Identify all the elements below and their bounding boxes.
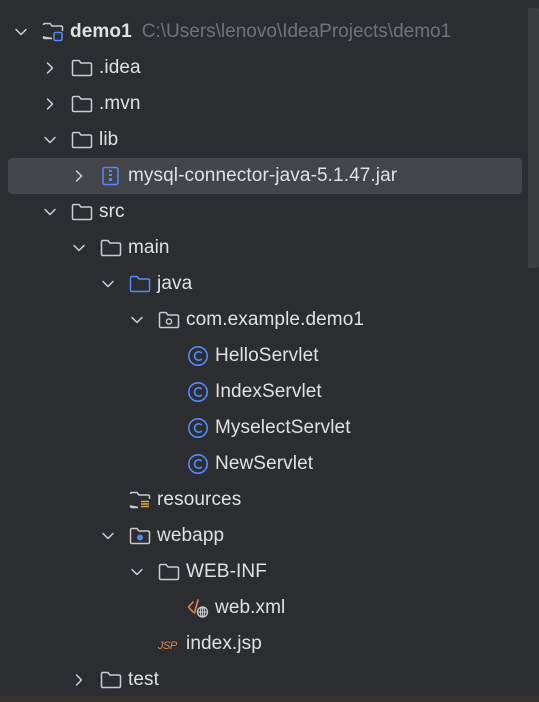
tree-node[interactable]: java: [0, 266, 528, 302]
module-folder-icon: [42, 22, 64, 42]
folder-icon: [71, 202, 93, 222]
folder-icon: [71, 130, 93, 150]
tree-node-label: demo1: [70, 21, 132, 42]
class-icon: [187, 418, 209, 438]
chevron-right-icon[interactable]: [72, 673, 86, 687]
tree-node-label: .idea: [99, 57, 141, 78]
tree-node-label: main: [128, 237, 170, 258]
tree-node[interactable]: web.xml: [0, 590, 528, 626]
jsp-icon: JSP: [158, 634, 180, 654]
chevron-down-icon[interactable]: [101, 277, 115, 291]
chevron-down-icon[interactable]: [101, 529, 115, 543]
tree-node[interactable]: lib: [0, 122, 528, 158]
chevron-right-icon[interactable]: [43, 61, 57, 75]
chevron-right-icon[interactable]: [72, 169, 86, 183]
tree-node[interactable]: WEB-INF: [0, 554, 528, 590]
tree-node-label: resources: [157, 489, 242, 510]
class-icon: [187, 346, 209, 366]
chevron-down-icon[interactable]: [14, 25, 28, 39]
tree-node[interactable]: .mvn: [0, 86, 528, 122]
xml-icon: [187, 598, 209, 618]
tree-node[interactable]: src: [0, 194, 528, 230]
web-folder-icon: [129, 526, 151, 546]
tree-node[interactable]: .idea: [0, 50, 528, 86]
project-path: C:\Users\lenovo\IdeaProjects\demo1: [141, 21, 452, 42]
tree-node[interactable]: mysql-connector-java-5.1.47.jar: [8, 158, 522, 194]
tree-node-label: WEB-INF: [186, 561, 267, 582]
tree-node-label: IndexServlet: [215, 381, 322, 402]
folder-icon: [71, 58, 93, 78]
tree-node-label: web.xml: [215, 597, 286, 618]
chevron-down-icon[interactable]: [130, 565, 144, 579]
tree-node[interactable]: webapp: [0, 518, 528, 554]
folder-icon: [71, 94, 93, 114]
package-icon: [158, 310, 180, 330]
tree-node[interactable]: MyselectServlet: [0, 410, 528, 446]
tree-node-label: webapp: [157, 525, 225, 546]
tree-node-label: MyselectServlet: [215, 417, 351, 438]
tree-node[interactable]: IndexServlet: [0, 374, 528, 410]
bottom-edge: [0, 696, 539, 702]
tree-node-label: .mvn: [99, 93, 141, 114]
svg-text:JSP: JSP: [158, 640, 178, 652]
class-icon: [187, 454, 209, 474]
tree-node-label: NewServlet: [215, 453, 314, 474]
class-icon: [187, 382, 209, 402]
vertical-scrollbar[interactable]: [528, 8, 539, 268]
tree-node[interactable]: demo1 C:\Users\lenovo\IdeaProjects\demo1: [0, 14, 528, 50]
folder-icon: [158, 562, 180, 582]
tree-node-label: HelloServlet: [215, 345, 319, 366]
chevron-down-icon[interactable]: [43, 133, 57, 147]
chevron-down-icon[interactable]: [72, 241, 86, 255]
tree-node[interactable]: main: [0, 230, 528, 266]
tree-node[interactable]: JSP index.jsp: [0, 626, 528, 662]
tree-node-label: mysql-connector-java-5.1.47.jar: [128, 165, 398, 186]
tree-node-label: test: [128, 669, 160, 690]
tree-node-label: index.jsp: [186, 633, 262, 654]
tree-node[interactable]: NewServlet: [0, 446, 528, 482]
tree-node[interactable]: HelloServlet: [0, 338, 528, 374]
resources-folder-icon: [129, 490, 151, 510]
tree-node-label: com.example.demo1: [186, 309, 365, 330]
project-tree[interactable]: demo1 C:\Users\lenovo\IdeaProjects\demo1.…: [0, 14, 528, 698]
folder-icon: [100, 238, 122, 258]
tree-node[interactable]: com.example.demo1: [0, 302, 528, 338]
chevron-down-icon[interactable]: [43, 205, 57, 219]
project-tool-window: demo1 C:\Users\lenovo\IdeaProjects\demo1.…: [0, 0, 539, 702]
tree-node-label: src: [99, 201, 125, 222]
folder-icon: [100, 670, 122, 690]
tree-node-label: java: [157, 273, 193, 294]
jar-icon: [100, 166, 122, 186]
source-folder-icon: [129, 274, 151, 294]
chevron-right-icon[interactable]: [43, 97, 57, 111]
tree-node-label: lib: [99, 129, 119, 150]
chevron-down-icon[interactable]: [130, 313, 144, 327]
tree-node[interactable]: test: [0, 662, 528, 698]
tree-node[interactable]: resources: [0, 482, 528, 518]
